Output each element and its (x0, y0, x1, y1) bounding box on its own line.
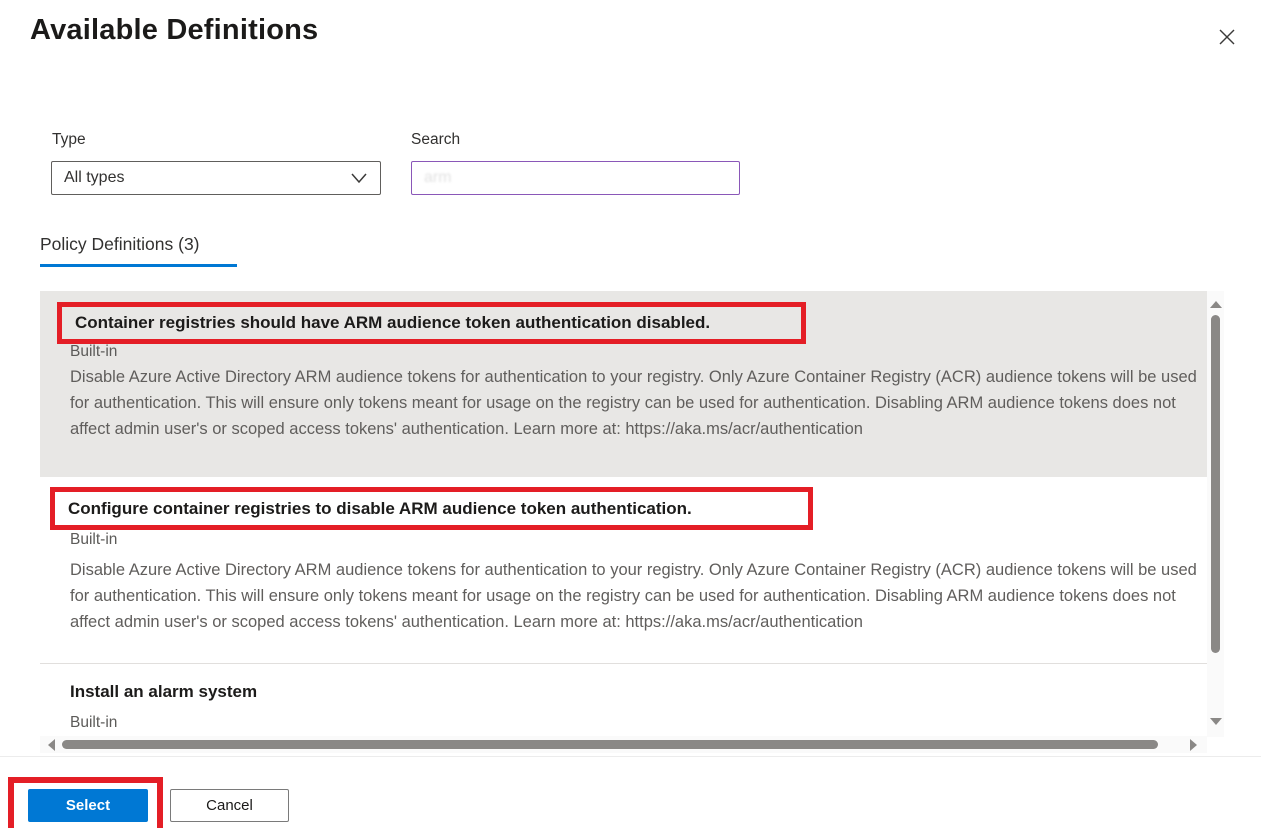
annotation-box: Container registries should have ARM aud… (57, 302, 806, 344)
cancel-button[interactable]: Cancel (170, 789, 289, 822)
list-item-type: Built-in (70, 343, 117, 361)
list-item-description: Disable Azure Active Directory ARM audie… (70, 364, 1205, 465)
scroll-up-icon[interactable] (1210, 301, 1222, 308)
chevron-down-icon (350, 171, 368, 189)
list-item-install-alarm-system[interactable]: Install an alarm system Built-in (40, 670, 1207, 736)
search-input[interactable]: arm (411, 161, 740, 195)
close-icon[interactable] (1210, 20, 1244, 54)
type-label: Type (52, 131, 86, 149)
list-item-container-registries-disabled[interactable]: Container registries should have ARM aud… (40, 291, 1207, 477)
tab-policy-definitions[interactable]: Policy Definitions (3) (40, 234, 200, 255)
page-title: Available Definitions (30, 14, 318, 47)
list-item-type: Built-in (70, 714, 117, 732)
list-item-title: Container registries should have ARM aud… (62, 313, 710, 333)
policy-definitions-list: Container registries should have ARM aud… (40, 291, 1207, 753)
tab-policy-definitions-label: Policy Definitions (3) (40, 234, 200, 254)
list-item-title: Install an alarm system (70, 682, 257, 702)
list-item-type: Built-in (70, 531, 117, 549)
tab-active-underline (40, 264, 237, 267)
horizontal-scrollbar-thumb[interactable] (62, 740, 1158, 749)
search-input-value: arm (424, 169, 452, 187)
horizontal-scrollbar[interactable] (40, 736, 1207, 753)
available-definitions-dialog: Available Definitions Type All types Sea… (0, 0, 1261, 828)
scroll-down-icon[interactable] (1210, 718, 1222, 725)
vertical-scrollbar[interactable] (1207, 291, 1224, 737)
annotation-box: Configure container registries to disabl… (50, 487, 813, 530)
list-item-divider (40, 663, 1207, 664)
scroll-right-icon[interactable] (1190, 739, 1197, 751)
list-item-configure-container-registries[interactable]: Configure container registries to disabl… (40, 487, 1207, 663)
list-item-description: Disable Azure Active Directory ARM audie… (70, 557, 1205, 657)
footer-divider (0, 756, 1261, 757)
select-button[interactable]: Select (28, 789, 148, 822)
vertical-scrollbar-thumb[interactable] (1211, 315, 1220, 653)
search-label: Search (411, 131, 460, 149)
type-dropdown[interactable]: All types (51, 161, 381, 195)
scroll-left-icon[interactable] (48, 739, 55, 751)
list-item-title: Configure container registries to disabl… (55, 499, 692, 519)
type-dropdown-value: All types (64, 169, 124, 187)
